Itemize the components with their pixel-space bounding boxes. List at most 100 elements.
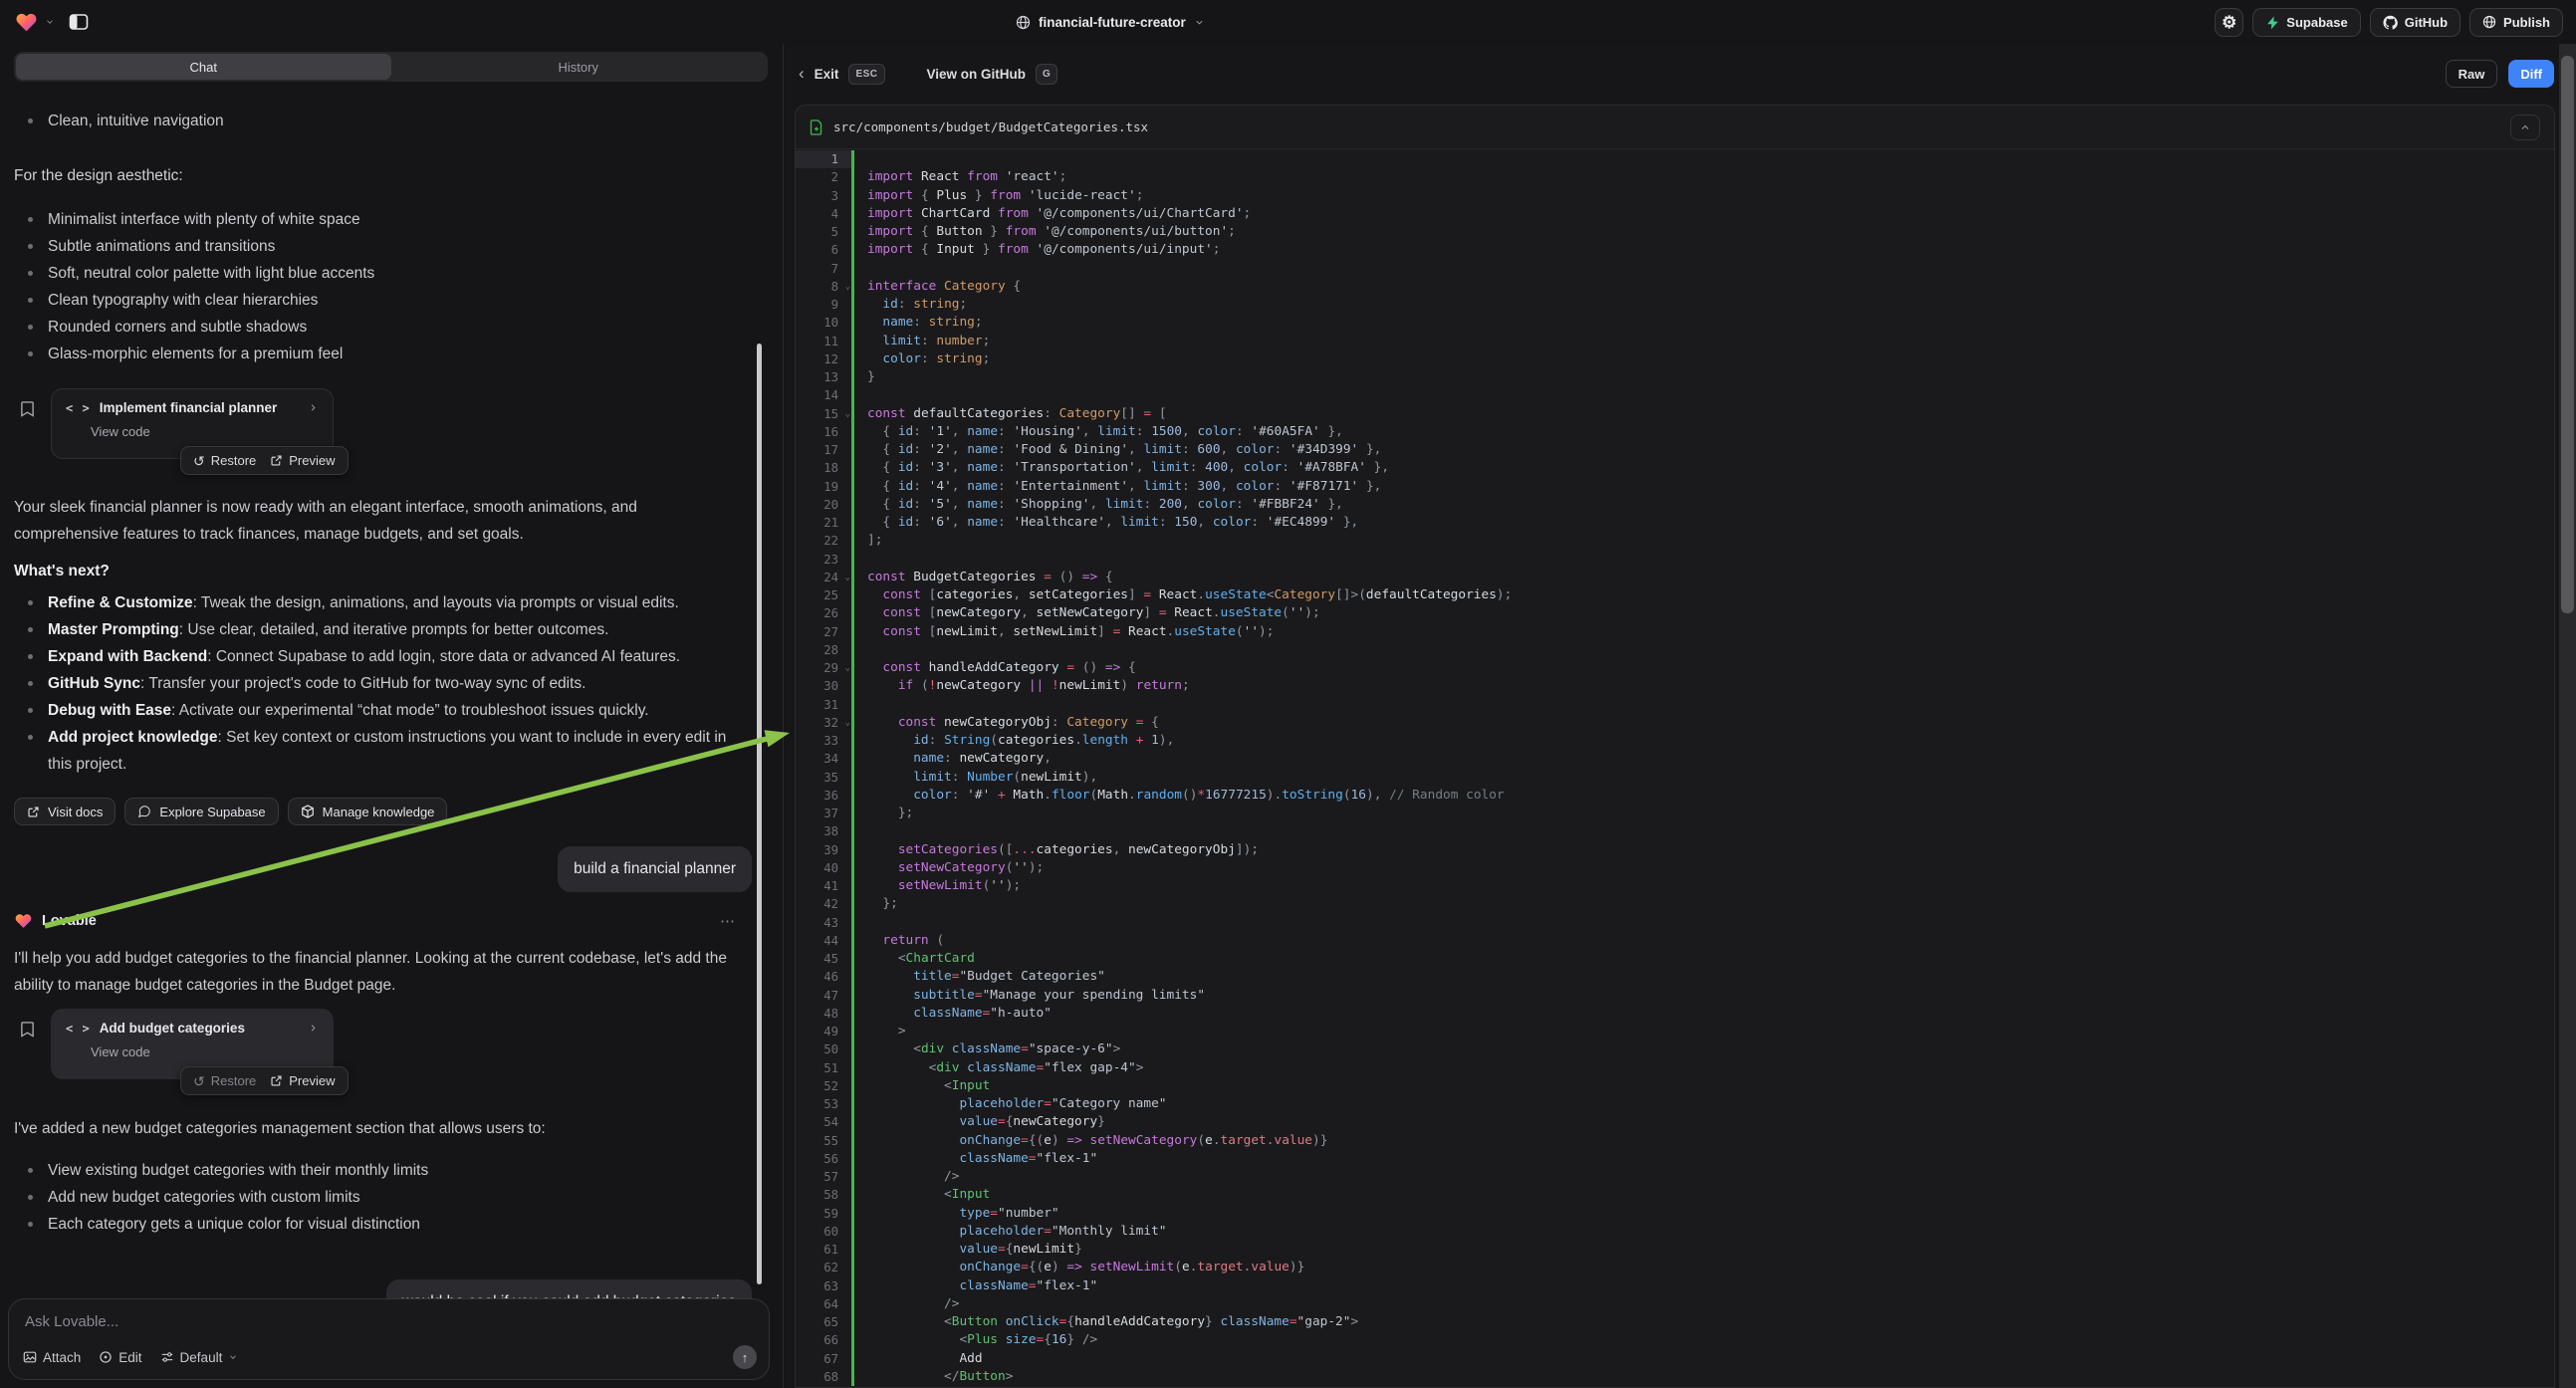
code-line: 39 setCategories([...categories, newCate… — [796, 841, 2554, 859]
code-line: 65 <Button onClick={handleAddCategory} c… — [796, 1313, 2554, 1331]
line-number: 36 — [796, 787, 851, 805]
lovable-logo-icon[interactable] — [14, 11, 39, 34]
fold-chevron-icon[interactable]: ⌄ — [845, 714, 850, 732]
collapse-file-button[interactable] — [2510, 115, 2540, 140]
line-number: 44 — [796, 932, 851, 950]
globe-icon — [1016, 15, 1031, 30]
back-chevron-icon[interactable]: ‹ — [799, 64, 805, 84]
file-path: src/components/budget/BudgetCategories.t… — [833, 119, 1148, 134]
line-number: 35 — [796, 769, 851, 787]
line-number: 31 — [796, 696, 851, 714]
supabase-icon — [2265, 15, 2279, 30]
code-line: 44 return ( — [796, 932, 2554, 950]
message-more-icon[interactable]: ⋯ — [720, 912, 737, 930]
code-line: 52 <Input — [796, 1077, 2554, 1095]
view-on-github-button[interactable]: View on GitHub — [927, 67, 1027, 82]
line-number: 18 — [796, 459, 851, 477]
toggle-sidebar-icon[interactable] — [69, 12, 89, 32]
line-number: 39 — [796, 841, 851, 859]
code-line: 38 — [796, 822, 2554, 840]
code-line: 21 { id: '6', name: 'Healthcare', limit:… — [796, 514, 2554, 532]
code-line: 14 — [796, 386, 2554, 404]
code-editor[interactable]: 12import React from 'react';3import { Pl… — [796, 150, 2554, 1387]
list-item: Soft, neutral color palette with light b… — [14, 260, 737, 287]
code-line: 7 — [796, 260, 2554, 278]
raw-toggle-button[interactable]: Raw — [2446, 60, 2498, 88]
image-icon — [23, 1350, 37, 1364]
line-number: 53 — [796, 1095, 851, 1113]
code-line: 13} — [796, 368, 2554, 386]
manage-knowledge-button[interactable]: Manage knowledge — [288, 798, 448, 825]
github-button[interactable]: GitHub — [2370, 8, 2460, 37]
restore-button[interactable]: ↺ Restore — [193, 453, 256, 468]
line-number: 51 — [796, 1059, 851, 1077]
attach-button[interactable]: Attach — [23, 1350, 81, 1365]
line-number: 20 — [796, 496, 851, 514]
scrolled-bullet: Clean, intuitive navigation — [14, 108, 737, 134]
preview-button[interactable]: Preview — [270, 1073, 335, 1088]
fold-chevron-icon[interactable]: ⌄ — [845, 659, 850, 677]
line-number: 24⌄ — [796, 569, 851, 586]
visit-docs-button[interactable]: Visit docs — [14, 798, 116, 825]
project-switcher[interactable]: financial-future-creator — [1016, 0, 1205, 44]
window-scrollbar[interactable] — [2559, 44, 2576, 1388]
list-item: Each category gets a unique color for vi… — [14, 1211, 737, 1238]
explore-supabase-button[interactable]: Explore Supabase — [124, 798, 278, 825]
line-number: 22 — [796, 532, 851, 550]
view-code-link[interactable]: View code — [91, 424, 319, 439]
code-line: 26 const [newCategory, setNewCategory] =… — [796, 604, 2554, 622]
code-line: 31 — [796, 696, 2554, 714]
fold-chevron-icon[interactable]: ⌄ — [845, 569, 850, 586]
bookmark-icon[interactable] — [20, 1021, 35, 1039]
line-number: 23 — [796, 551, 851, 569]
chat-composer[interactable]: Ask Lovable... Attach Edit — [8, 1298, 770, 1380]
settings-button[interactable]: ⚙ — [2215, 8, 2243, 37]
code-line: 11 limit: number; — [796, 333, 2554, 350]
list-item: Rounded corners and subtle shadows — [14, 314, 737, 341]
code-line: 58 <Input — [796, 1186, 2554, 1204]
fold-chevron-icon[interactable]: ⌄ — [845, 405, 850, 423]
code-line: 55 onChange={(e) => setNewCategory(e.tar… — [796, 1132, 2554, 1150]
line-number: 60 — [796, 1223, 851, 1241]
fold-chevron-icon[interactable]: ⌄ — [845, 278, 850, 296]
code-line: 9 id: string; — [796, 296, 2554, 314]
bookmark-icon[interactable] — [20, 400, 35, 418]
line-number: 47 — [796, 987, 851, 1005]
code-line: 49 > — [796, 1023, 2554, 1041]
line-number: 59 — [796, 1205, 851, 1223]
code-line: 43 — [796, 914, 2554, 932]
restore-button[interactable]: ↺ Restore — [193, 1073, 256, 1088]
mode-select[interactable]: Default — [160, 1350, 239, 1365]
code-line: 60 placeholder="Monthly limit" — [796, 1223, 2554, 1241]
restore-icon: ↺ — [193, 1074, 205, 1088]
line-number: 14 — [796, 386, 851, 404]
send-button[interactable]: ↑ — [733, 1345, 757, 1369]
line-number: 38 — [796, 822, 851, 840]
file-header: src/components/budget/BudgetCategories.t… — [796, 106, 2554, 149]
line-number: 61 — [796, 1241, 851, 1259]
list-item: View existing budget categories with the… — [14, 1157, 737, 1184]
line-number: 34 — [796, 750, 851, 768]
whats-next-heading: What's next? — [14, 558, 737, 584]
external-link-icon — [270, 454, 283, 467]
exit-button[interactable]: Exit — [815, 67, 839, 82]
view-code-link[interactable]: View code — [91, 1044, 319, 1059]
line-number: 3 — [796, 187, 851, 205]
planner-summary: Your sleek financial planner is now read… — [14, 494, 737, 548]
workspace-chevron-down-icon[interactable] — [45, 17, 55, 27]
publish-button[interactable]: Publish — [2469, 8, 2563, 37]
code-line: 15⌄const defaultCategories: Category[] =… — [796, 405, 2554, 423]
edit-button[interactable]: Edit — [99, 1350, 141, 1365]
supabase-button[interactable]: Supabase — [2252, 8, 2360, 37]
diff-toggle-button[interactable]: Diff — [2508, 60, 2554, 88]
line-number: 37 — [796, 805, 851, 822]
code-line: 29⌄ const handleAddCategory = () => { — [796, 659, 2554, 677]
code-view-panel: ‹ Exit ESC View on GitHub G Raw Diff src… — [785, 44, 2576, 1388]
line-number: 48 — [796, 1005, 851, 1023]
chat-scrollbar-thumb[interactable] — [757, 344, 762, 1284]
line-number: 43 — [796, 914, 851, 932]
code-line: 23 — [796, 551, 2554, 569]
line-number: 57 — [796, 1168, 851, 1186]
window-scrollbar-thumb[interactable] — [2561, 56, 2574, 613]
preview-button[interactable]: Preview — [270, 453, 335, 468]
